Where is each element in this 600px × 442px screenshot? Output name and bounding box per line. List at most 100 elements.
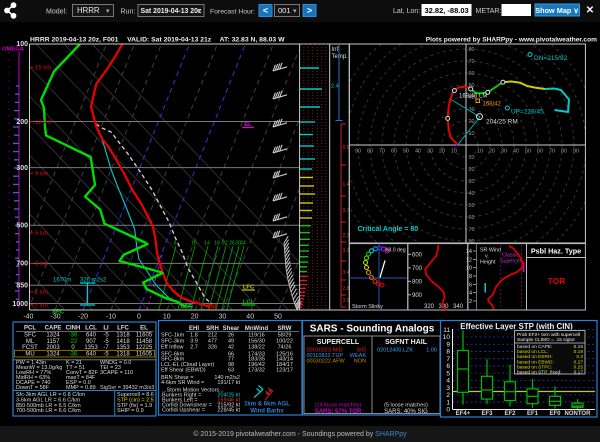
svg-text:Forecast Hour:: Forecast Hour:: [210, 9, 255, 16]
svg-text:1157: 1157: [47, 339, 61, 345]
svg-text:EF2: EF2: [504, 411, 516, 417]
svg-text:70: 70: [469, 59, 475, 65]
svg-text:70: 70: [379, 149, 385, 155]
svg-text:100: 100: [16, 41, 28, 48]
svg-text:0.2: 0.2: [576, 354, 583, 360]
svg-text:▾: ▾: [293, 8, 297, 15]
svg-text:Wind Barbs: Wind Barbs: [250, 408, 284, 414]
svg-text:© 2015-2019 pivotalweather.com: © 2015-2019 pivotalweather.com - Soundin…: [193, 430, 407, 438]
svg-text:9 km: 9 km: [35, 172, 48, 178]
svg-text:NON: NON: [354, 359, 366, 365]
svg-text:0: 0: [446, 407, 450, 414]
svg-text:001: 001: [278, 6, 291, 15]
svg-text:10: 10: [469, 155, 475, 161]
svg-text:2.7: 2.7: [190, 345, 198, 351]
svg-text:700: 700: [412, 266, 423, 272]
svg-text:10: 10: [443, 334, 451, 341]
svg-text:4-6km SR Wind =: 4-6km SR Wind =: [161, 380, 204, 386]
svg-text:(5 loose matches): (5 loose matches): [384, 403, 428, 409]
svg-text:HRRR: HRRR: [77, 6, 100, 15]
svg-text:907: 907: [86, 339, 97, 345]
svg-text:14: 14: [466, 249, 472, 255]
svg-text:based on STP_fixed:: based on STP_fixed:: [517, 370, 562, 376]
svg-text:228/45 kt: 228/45 kt: [217, 407, 240, 413]
svg-text:40: 40: [246, 314, 254, 321]
svg-text:CINH: CINH: [66, 326, 81, 332]
svg-text:02012400.LZK: 02012400.LZK: [377, 348, 413, 354]
svg-text:SUPERCELL: SUPERCELL: [317, 339, 360, 346]
svg-text:700: 700: [16, 261, 28, 268]
svg-text:0 km: 0 km: [35, 303, 48, 309]
svg-text:>: >: [307, 6, 312, 16]
svg-text:0.17: 0.17: [574, 370, 584, 376]
svg-text:LCL: LCL: [243, 300, 255, 306]
svg-text:Sat 2019-04-13 20z: Sat 2019-04-13 20z: [141, 8, 202, 15]
svg-text:ML: ML: [26, 339, 35, 345]
svg-text:26: 26: [229, 241, 235, 247]
svg-text:50: 50: [274, 314, 282, 321]
svg-text:1670m: 1670m: [53, 278, 71, 284]
svg-text:1000: 1000: [12, 301, 28, 308]
svg-text:-5: -5: [103, 339, 109, 345]
svg-text:Eff Shear (EBWD): Eff Shear (EBWD): [161, 368, 206, 374]
svg-text:15 km: 15 km: [35, 66, 51, 72]
svg-text:EF4+: EF4+: [456, 411, 471, 417]
svg-text:900: 900: [412, 293, 423, 299]
svg-text:600: 600: [412, 252, 423, 258]
svg-text:Temp.: Temp.: [332, 54, 349, 60]
svg-text:7: 7: [446, 356, 450, 363]
svg-text:500: 500: [16, 223, 28, 230]
svg-text:10: 10: [191, 241, 197, 247]
svg-text:60: 60: [391, 149, 397, 155]
svg-text:-5: -5: [103, 333, 109, 339]
svg-text:3 km: 3 km: [35, 262, 48, 268]
svg-text:60: 60: [469, 215, 475, 221]
svg-text:340: 340: [453, 304, 464, 310]
svg-text:00030222.AFW: 00030222.AFW: [307, 359, 346, 365]
svg-text:▾: ▾: [197, 8, 201, 15]
svg-text:3CAPE = 110: 3CAPE = 110: [100, 370, 133, 376]
svg-text:EL: EL: [244, 122, 252, 128]
svg-text:10: 10: [477, 149, 483, 155]
svg-text:30: 30: [469, 179, 475, 185]
svg-text:2: 2: [469, 299, 472, 305]
svg-text:Psbl Haz. Type: Psbl Haz. Type: [531, 247, 581, 256]
svg-text:14: 14: [204, 241, 210, 247]
svg-text:UP=228/45: UP=228/45: [511, 109, 544, 116]
svg-text:6: 6: [446, 363, 450, 370]
svg-text:326 m2s2: 326 m2s2: [80, 278, 107, 284]
svg-text:68.0 deg: 68.0 deg: [386, 248, 406, 254]
svg-text:9: 9: [446, 341, 450, 348]
svg-text:Plots powered by SHARPpy - www: Plots powered by SHARPpy - www.pivotalwe…: [426, 37, 597, 44]
svg-text:700-500mb LR = 6.6 C/km: 700-500mb LR = 6.6 C/km: [16, 408, 81, 414]
svg-text:20: 20: [489, 149, 495, 155]
svg-text:Show Map ∨: Show Map ∨: [535, 6, 578, 15]
svg-text:SHIP = 0.9: SHIP = 0.9: [117, 408, 144, 414]
svg-text:30: 30: [501, 149, 507, 155]
svg-text:-36: -36: [69, 333, 78, 339]
svg-text:168/42: 168/42: [483, 102, 502, 108]
svg-text:SR Wind: SR Wind: [480, 248, 501, 254]
svg-text:123/17: 123/17: [276, 368, 293, 374]
svg-text:80: 80: [469, 47, 475, 53]
svg-text:1324: 1324: [46, 333, 60, 339]
svg-text:TOR: TOR: [548, 276, 566, 286]
svg-text:320: 320: [424, 304, 435, 310]
svg-text:1 km: 1 km: [35, 290, 48, 296]
svg-text:30: 30: [427, 149, 433, 155]
svg-text:326: 326: [208, 345, 217, 351]
svg-text:90: 90: [355, 149, 361, 155]
svg-text:20: 20: [439, 149, 445, 155]
svg-text:40: 40: [415, 149, 421, 155]
svg-text:SFC: SFC: [24, 333, 37, 339]
svg-text:63: 63: [228, 368, 234, 374]
svg-text:34: 34: [240, 241, 246, 247]
svg-text:1418: 1418: [116, 339, 130, 345]
svg-text:300: 300: [16, 165, 28, 172]
svg-text:40: 40: [469, 191, 475, 197]
svg-text:EF1: EF1: [527, 411, 539, 417]
svg-text:8: 8: [174, 241, 177, 247]
svg-text:22: 22: [222, 241, 228, 247]
svg-text:Critical Angle = 80: Critical Angle = 80: [358, 226, 419, 233]
svg-text:10: 10: [163, 314, 171, 321]
